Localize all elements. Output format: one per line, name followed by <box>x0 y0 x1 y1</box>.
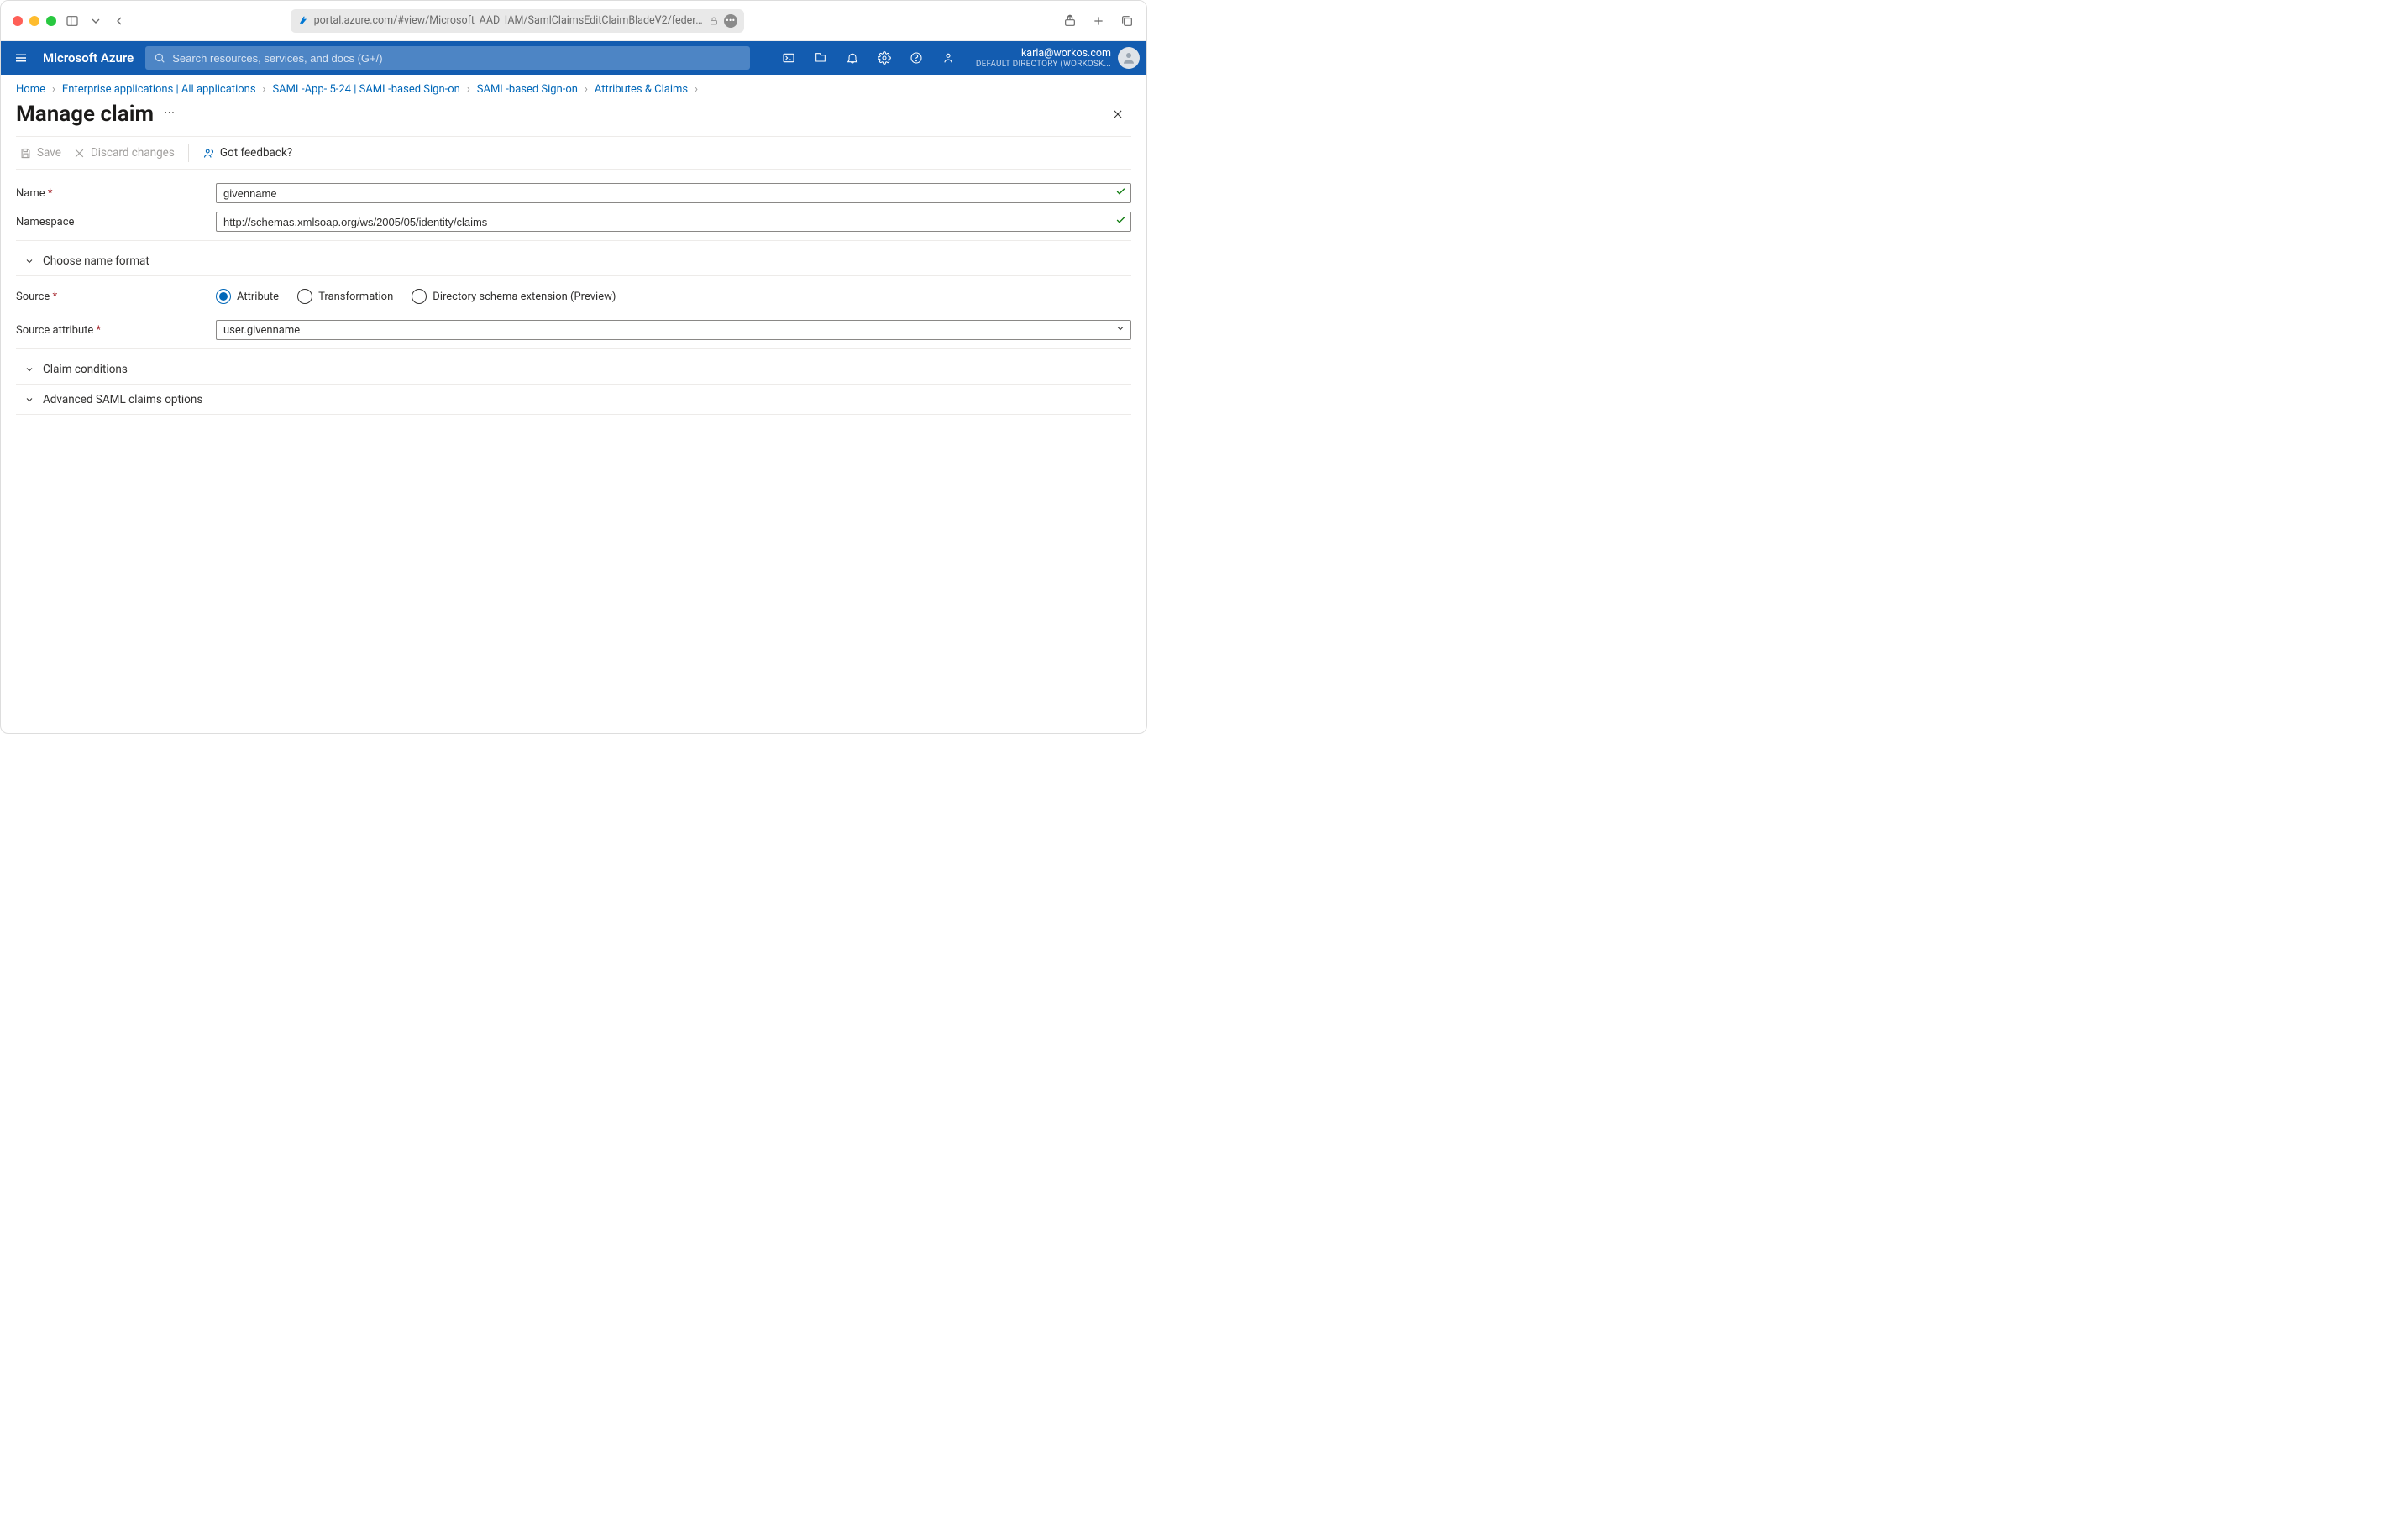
minimize-window-icon[interactable] <box>29 16 39 26</box>
page-title: Manage claim <box>16 102 154 127</box>
header-icons: karla@workos.com DEFAULT DIRECTORY (WORK… <box>773 41 1146 75</box>
account-email: karla@workos.com <box>1021 47 1111 60</box>
expander-choose-name-format[interactable]: Choose name format <box>16 246 1131 276</box>
chevron-right-icon: › <box>467 83 470 96</box>
save-button[interactable]: Save <box>19 146 61 160</box>
maximize-window-icon[interactable] <box>46 16 56 26</box>
radio-icon <box>297 289 312 304</box>
back-icon[interactable] <box>112 13 127 29</box>
valid-check-icon <box>1115 215 1126 229</box>
azure-favicon-icon <box>297 15 309 27</box>
discard-label: Discard changes <box>91 146 175 160</box>
valid-check-icon <box>1115 186 1126 201</box>
row-name: Name * <box>16 178 1131 208</box>
breadcrumb-enterprise-apps[interactable]: Enterprise applications | All applicatio… <box>62 83 256 96</box>
chevron-down-icon <box>24 256 34 266</box>
radio-attribute-label: Attribute <box>237 291 279 303</box>
portal-menu-button[interactable] <box>1 41 41 75</box>
radio-attribute[interactable]: Attribute <box>216 289 279 304</box>
breadcrumb-saml-app[interactable]: SAML-App- 5-24 | SAML-based Sign-on <box>272 83 459 96</box>
advanced-options-label: Advanced SAML claims options <box>43 393 202 406</box>
name-input[interactable] <box>216 183 1131 203</box>
claim-form: Name * Namespace Choose name format Sour… <box>1 170 1146 423</box>
chevron-down-icon <box>24 395 34 405</box>
name-label: Name * <box>16 187 216 200</box>
radio-directory-schema[interactable]: Directory schema extension (Preview) <box>412 289 616 304</box>
feedback-person-icon <box>202 147 215 160</box>
radio-icon <box>216 289 231 304</box>
save-label: Save <box>37 146 61 160</box>
discard-button[interactable]: Discard changes <box>73 146 175 160</box>
expander-advanced-options[interactable]: Advanced SAML claims options <box>16 385 1131 415</box>
breadcrumb-home[interactable]: Home <box>16 83 45 96</box>
radio-transformation[interactable]: Transformation <box>297 289 393 304</box>
breadcrumb: Home › Enterprise applications | All app… <box>1 75 1146 97</box>
radio-icon <box>412 289 427 304</box>
discard-icon <box>73 147 86 160</box>
account-menu[interactable]: karla@workos.com DEFAULT DIRECTORY (WORK… <box>964 47 1146 70</box>
chevron-right-icon: › <box>263 83 266 96</box>
feedback-label: Got feedback? <box>220 146 292 160</box>
source-radio-group: Attribute Transformation Directory schem… <box>216 289 1131 304</box>
site-settings-icon[interactable]: ••• <box>724 14 737 28</box>
source-attribute-select[interactable]: user.givenname <box>216 320 1131 340</box>
close-window-icon[interactable] <box>13 16 23 26</box>
browser-right-icons <box>1062 13 1135 29</box>
save-icon <box>19 147 32 160</box>
source-attribute-label: Source attribute * <box>16 324 216 337</box>
namespace-input[interactable] <box>216 212 1131 232</box>
chevron-right-icon: › <box>52 83 55 96</box>
claim-conditions-label: Claim conditions <box>43 363 128 376</box>
source-attribute-value: user.givenname <box>223 324 300 337</box>
command-bar: Save Discard changes Got feedback? <box>16 136 1131 170</box>
feedback-button[interactable]: Got feedback? <box>202 146 292 160</box>
row-source: Source * Attribute Transformation Direct… <box>16 281 1131 312</box>
expander-claim-conditions[interactable]: Claim conditions <box>16 354 1131 385</box>
chevron-down-icon <box>24 364 34 375</box>
row-namespace: Namespace <box>16 208 1131 241</box>
new-tab-icon[interactable] <box>1091 13 1106 29</box>
chevron-down-icon <box>1115 323 1125 337</box>
chevron-down-icon[interactable] <box>88 13 103 29</box>
brand-label[interactable]: Microsoft Azure <box>41 50 145 65</box>
choose-name-format-label: Choose name format <box>43 254 149 268</box>
breadcrumb-attributes-claims[interactable]: Attributes & Claims <box>595 83 688 96</box>
close-blade-button[interactable] <box>1104 101 1131 128</box>
divider <box>188 144 189 162</box>
directories-icon[interactable] <box>805 41 836 75</box>
help-icon[interactable] <box>900 41 932 75</box>
app-window: portal.azure.com/#view/Microsoft_AAD_IAM… <box>0 0 1147 734</box>
address-url: portal.azure.com/#view/Microsoft_AAD_IAM… <box>314 14 704 27</box>
tabs-icon[interactable] <box>1120 13 1135 29</box>
chevron-right-icon: › <box>695 83 698 96</box>
radio-directory-schema-label: Directory schema extension (Preview) <box>433 291 616 303</box>
breadcrumb-saml-signon[interactable]: SAML-based Sign-on <box>477 83 578 96</box>
lock-icon <box>709 16 719 26</box>
settings-icon[interactable] <box>868 41 900 75</box>
notifications-icon[interactable] <box>836 41 868 75</box>
source-label: Source * <box>16 291 216 303</box>
more-actions-icon[interactable]: ⋯ <box>164 107 175 123</box>
blade-header: Manage claim ⋯ <box>1 97 1146 136</box>
account-directory: DEFAULT DIRECTORY (WORKOSK... <box>976 60 1111 70</box>
chevron-right-icon: › <box>585 83 588 96</box>
address-bar[interactable]: portal.azure.com/#view/Microsoft_AAD_IAM… <box>291 9 744 33</box>
global-search-input[interactable] <box>172 52 742 65</box>
window-controls <box>13 16 56 26</box>
namespace-label: Namespace <box>16 216 216 228</box>
radio-transformation-label: Transformation <box>318 291 393 303</box>
search-icon <box>154 52 165 64</box>
row-source-attribute: Source attribute * user.givenname <box>16 312 1131 349</box>
cloud-shell-icon[interactable] <box>773 41 805 75</box>
feedback-icon[interactable] <box>932 41 964 75</box>
azure-header: Microsoft Azure karla@workos.com DEFAULT… <box>1 41 1146 75</box>
global-search[interactable] <box>145 46 750 70</box>
browser-toolbar: portal.azure.com/#view/Microsoft_AAD_IAM… <box>1 1 1146 41</box>
share-icon[interactable] <box>1062 13 1078 29</box>
sidebar-toggle-icon[interactable] <box>65 13 80 29</box>
avatar <box>1118 47 1140 69</box>
